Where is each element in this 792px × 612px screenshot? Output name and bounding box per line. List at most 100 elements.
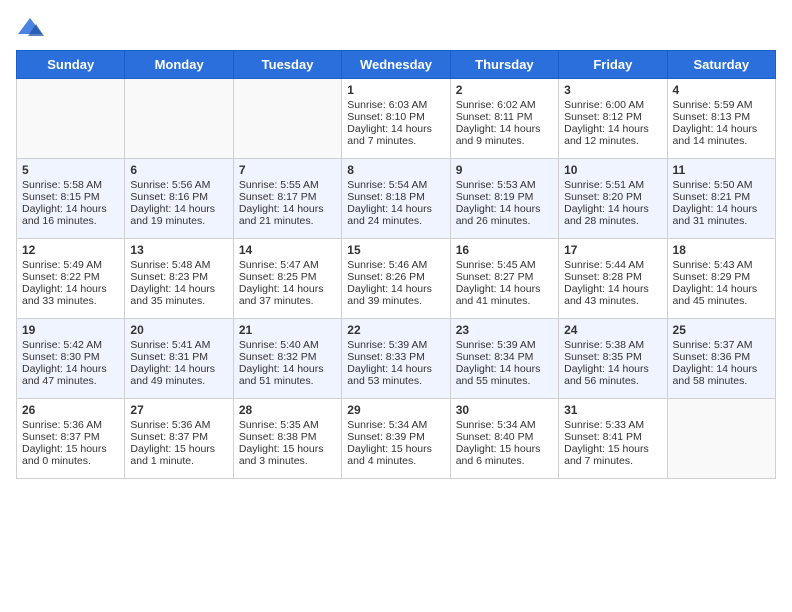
- weekday-header-wednesday: Wednesday: [342, 51, 450, 79]
- day-info: and 33 minutes.: [22, 295, 119, 307]
- day-info: Daylight: 14 hours: [673, 123, 770, 135]
- calendar-cell: 4Sunrise: 5:59 AMSunset: 8:13 PMDaylight…: [667, 79, 775, 159]
- day-number: 10: [564, 163, 661, 177]
- day-number: 6: [130, 163, 227, 177]
- day-info: and 21 minutes.: [239, 215, 336, 227]
- day-number: 25: [673, 323, 770, 337]
- day-info: and 45 minutes.: [673, 295, 770, 307]
- day-number: 13: [130, 243, 227, 257]
- day-info: Sunrise: 5:58 AM: [22, 179, 119, 191]
- weekday-header-saturday: Saturday: [667, 51, 775, 79]
- day-info: and 9 minutes.: [456, 135, 553, 147]
- day-info: and 35 minutes.: [130, 295, 227, 307]
- day-number: 3: [564, 83, 661, 97]
- calendar-cell: 21Sunrise: 5:40 AMSunset: 8:32 PMDayligh…: [233, 319, 341, 399]
- day-info: Sunset: 8:18 PM: [347, 191, 444, 203]
- calendar-cell: 8Sunrise: 5:54 AMSunset: 8:18 PMDaylight…: [342, 159, 450, 239]
- day-info: Sunset: 8:16 PM: [130, 191, 227, 203]
- day-info: Sunset: 8:13 PM: [673, 111, 770, 123]
- day-number: 21: [239, 323, 336, 337]
- day-info: and 37 minutes.: [239, 295, 336, 307]
- day-info: and 28 minutes.: [564, 215, 661, 227]
- weekday-header-friday: Friday: [559, 51, 667, 79]
- weekday-header-sunday: Sunday: [17, 51, 125, 79]
- day-number: 30: [456, 403, 553, 417]
- calendar-week-5: 26Sunrise: 5:36 AMSunset: 8:37 PMDayligh…: [17, 399, 776, 479]
- day-info: and 51 minutes.: [239, 375, 336, 387]
- day-info: Daylight: 15 hours: [347, 443, 444, 455]
- day-info: Daylight: 14 hours: [347, 363, 444, 375]
- day-info: Sunset: 8:35 PM: [564, 351, 661, 363]
- calendar-cell: [233, 79, 341, 159]
- day-number: 2: [456, 83, 553, 97]
- day-number: 19: [22, 323, 119, 337]
- day-info: Sunset: 8:25 PM: [239, 271, 336, 283]
- day-info: Sunset: 8:40 PM: [456, 431, 553, 443]
- day-info: Sunset: 8:26 PM: [347, 271, 444, 283]
- calendar-cell: 1Sunrise: 6:03 AMSunset: 8:10 PMDaylight…: [342, 79, 450, 159]
- day-info: Sunrise: 5:53 AM: [456, 179, 553, 191]
- day-info: Sunrise: 5:45 AM: [456, 259, 553, 271]
- day-info: Sunrise: 5:39 AM: [347, 339, 444, 351]
- day-info: and 55 minutes.: [456, 375, 553, 387]
- calendar-cell: 12Sunrise: 5:49 AMSunset: 8:22 PMDayligh…: [17, 239, 125, 319]
- day-info: Daylight: 14 hours: [347, 203, 444, 215]
- day-info: and 3 minutes.: [239, 455, 336, 467]
- day-info: Sunrise: 5:49 AM: [22, 259, 119, 271]
- day-info: and 7 minutes.: [564, 455, 661, 467]
- day-info: Sunset: 8:39 PM: [347, 431, 444, 443]
- day-info: Daylight: 14 hours: [673, 283, 770, 295]
- day-number: 20: [130, 323, 227, 337]
- calendar-cell: 10Sunrise: 5:51 AMSunset: 8:20 PMDayligh…: [559, 159, 667, 239]
- day-info: and 26 minutes.: [456, 215, 553, 227]
- day-info: Daylight: 14 hours: [347, 123, 444, 135]
- day-info: Sunrise: 5:39 AM: [456, 339, 553, 351]
- calendar-cell: 26Sunrise: 5:36 AMSunset: 8:37 PMDayligh…: [17, 399, 125, 479]
- day-info: Daylight: 14 hours: [673, 363, 770, 375]
- day-info: Daylight: 14 hours: [239, 363, 336, 375]
- day-number: 1: [347, 83, 444, 97]
- weekday-header-row: SundayMondayTuesdayWednesdayThursdayFrid…: [17, 51, 776, 79]
- calendar-cell: 24Sunrise: 5:38 AMSunset: 8:35 PMDayligh…: [559, 319, 667, 399]
- day-info: and 49 minutes.: [130, 375, 227, 387]
- day-info: Sunset: 8:33 PM: [347, 351, 444, 363]
- day-info: and 24 minutes.: [347, 215, 444, 227]
- calendar-cell: 22Sunrise: 5:39 AMSunset: 8:33 PMDayligh…: [342, 319, 450, 399]
- day-info: Sunrise: 5:47 AM: [239, 259, 336, 271]
- day-info: Sunset: 8:23 PM: [130, 271, 227, 283]
- calendar-cell: 2Sunrise: 6:02 AMSunset: 8:11 PMDaylight…: [450, 79, 558, 159]
- day-info: Daylight: 14 hours: [22, 203, 119, 215]
- day-info: Sunrise: 6:00 AM: [564, 99, 661, 111]
- calendar-table: SundayMondayTuesdayWednesdayThursdayFrid…: [16, 50, 776, 479]
- day-info: Sunrise: 5:33 AM: [564, 419, 661, 431]
- day-info: Sunrise: 5:34 AM: [456, 419, 553, 431]
- day-info: Sunset: 8:20 PM: [564, 191, 661, 203]
- day-info: Sunset: 8:27 PM: [456, 271, 553, 283]
- calendar-cell: 17Sunrise: 5:44 AMSunset: 8:28 PMDayligh…: [559, 239, 667, 319]
- day-number: 31: [564, 403, 661, 417]
- calendar-cell: 13Sunrise: 5:48 AMSunset: 8:23 PMDayligh…: [125, 239, 233, 319]
- day-info: and 19 minutes.: [130, 215, 227, 227]
- day-info: Sunrise: 5:38 AM: [564, 339, 661, 351]
- day-number: 23: [456, 323, 553, 337]
- day-info: and 0 minutes.: [22, 455, 119, 467]
- calendar-week-1: 1Sunrise: 6:03 AMSunset: 8:10 PMDaylight…: [17, 79, 776, 159]
- day-info: Sunrise: 5:41 AM: [130, 339, 227, 351]
- day-info: Daylight: 14 hours: [22, 283, 119, 295]
- day-info: Daylight: 14 hours: [130, 363, 227, 375]
- day-info: Daylight: 14 hours: [347, 283, 444, 295]
- day-info: Daylight: 14 hours: [564, 123, 661, 135]
- day-info: Sunrise: 5:56 AM: [130, 179, 227, 191]
- day-number: 26: [22, 403, 119, 417]
- calendar-cell: 18Sunrise: 5:43 AMSunset: 8:29 PMDayligh…: [667, 239, 775, 319]
- day-number: 24: [564, 323, 661, 337]
- day-info: Daylight: 14 hours: [456, 123, 553, 135]
- day-info: Sunset: 8:34 PM: [456, 351, 553, 363]
- day-info: and 7 minutes.: [347, 135, 444, 147]
- day-info: Daylight: 14 hours: [239, 283, 336, 295]
- day-info: Daylight: 14 hours: [239, 203, 336, 215]
- day-number: 17: [564, 243, 661, 257]
- calendar-cell: [125, 79, 233, 159]
- day-info: Sunrise: 5:50 AM: [673, 179, 770, 191]
- day-info: Sunrise: 6:03 AM: [347, 99, 444, 111]
